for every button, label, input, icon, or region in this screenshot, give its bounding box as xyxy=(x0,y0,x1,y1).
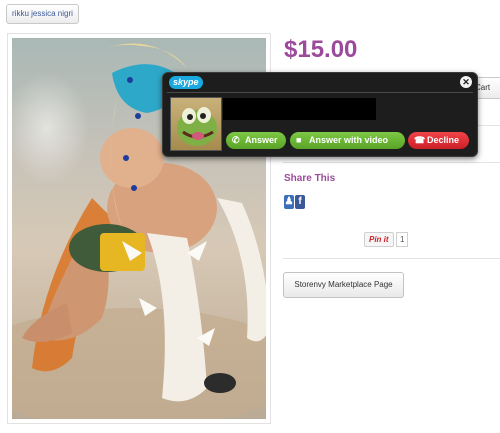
hang-up-icon: ☎ xyxy=(414,135,426,145)
frog-avatar-icon xyxy=(177,107,217,146)
decline-label: Decline xyxy=(427,135,460,145)
myspace-share-icon[interactable]: ♟ xyxy=(284,195,294,209)
decline-button[interactable]: ☎ Decline xyxy=(408,132,469,149)
divider xyxy=(283,258,500,259)
phone-icon: ✆ xyxy=(232,135,240,145)
close-icon[interactable]: ✕ xyxy=(460,76,472,88)
pin-count: 1 xyxy=(396,232,409,247)
facebook-share-icon[interactable]: f xyxy=(295,195,305,209)
pinterest-pin-button[interactable]: Pin it xyxy=(364,232,394,247)
share-title: Share This xyxy=(284,173,336,184)
skype-incoming-call-popup: skype ✕ ✆ Answer ■ Answer with video ☎ Decl… xyxy=(162,72,478,157)
answer-video-label: Answer with video xyxy=(309,135,389,145)
answer-label: Answer xyxy=(245,135,278,145)
skype-logo: skype xyxy=(169,76,203,89)
video-camera-icon: ■ xyxy=(296,135,302,145)
storenvy-marketplace-button[interactable]: Storenvy Marketplace Page xyxy=(283,272,404,298)
product-price: $15.00 xyxy=(284,36,358,63)
answer-with-video-button[interactable]: ■ Answer with video xyxy=(290,132,405,149)
answer-button[interactable]: ✆ Answer xyxy=(226,132,286,149)
caller-avatar xyxy=(170,97,222,151)
caller-name-redacted xyxy=(223,98,376,120)
divider xyxy=(283,162,500,163)
tag-button[interactable]: rikku jessica nigri xyxy=(6,4,79,24)
share-icons: ♟ f xyxy=(284,195,305,209)
popup-divider xyxy=(167,92,473,93)
